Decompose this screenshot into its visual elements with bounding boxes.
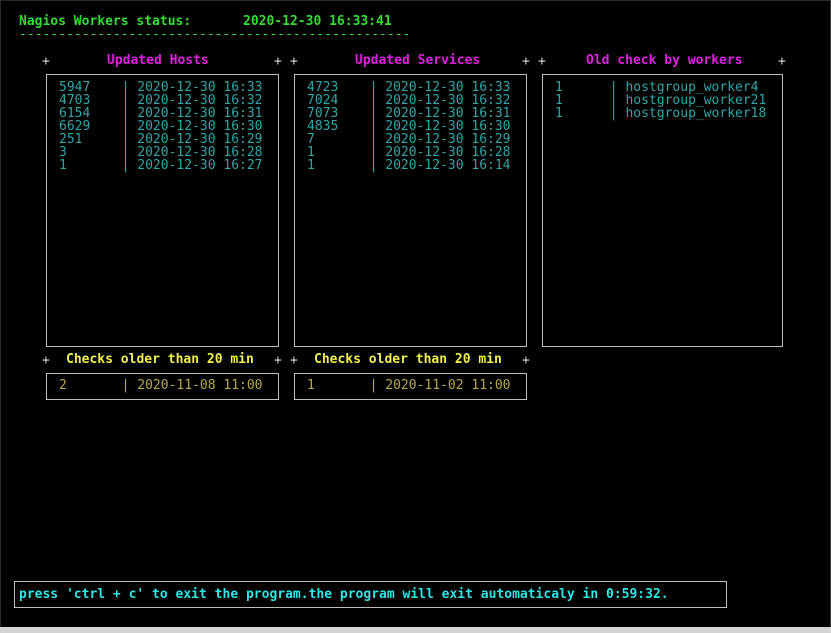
updated-hosts-panel: 5947 | 2020-12-30 16:33 4703 | 2020-12-30…: [46, 74, 279, 347]
column-separator: |: [121, 378, 138, 393]
column-separator: |: [609, 106, 626, 121]
count-value: 1: [307, 378, 370, 393]
exit-message: press 'ctrl + c' to exit the program.the…: [14, 581, 727, 608]
column-separator: |: [121, 158, 138, 173]
corner-plus: +: [290, 353, 298, 368]
list-item: 2 | 2020-11-08 11:00: [59, 379, 263, 392]
timestamp-value: 2020-11-02 11:00: [385, 378, 511, 393]
old-check-workers-panel: 1 | hostgroup_worker4 1 | hostgroup_worke…: [542, 74, 783, 347]
header-separator: ----------------------------------------…: [19, 27, 411, 42]
corner-plus: +: [274, 353, 282, 368]
old-hosts-title: Checks older than 20 min: [66, 352, 254, 367]
list-item: 1 | 2020-11-02 11:00: [307, 379, 511, 392]
list-item: 1 | 2020-12-30 16:14: [307, 159, 511, 172]
old-services-panel: 1 | 2020-11-02 11:00: [294, 373, 527, 400]
count-value: 1: [59, 158, 122, 173]
count-value: 2: [59, 378, 122, 393]
list-item: 1 | hostgroup_worker18: [555, 107, 766, 120]
corner-plus: +: [290, 54, 298, 69]
window-bottom-edge: [0, 627, 831, 633]
corner-plus: +: [522, 353, 530, 368]
timestamp-value: 2020-11-08 11:00: [137, 378, 263, 393]
corner-plus: +: [522, 54, 530, 69]
old-services-title: Checks older than 20 min: [314, 352, 502, 367]
terminal-window: Nagios Workers status: 2020-12-30 16:33:…: [0, 0, 831, 629]
updated-hosts-title: Updated Hosts: [107, 53, 209, 68]
timestamp-value: 2020-12-30 16:14: [385, 158, 511, 173]
corner-plus: +: [274, 54, 282, 69]
timestamp-value: 2020-12-30 16:27: [137, 158, 263, 173]
corner-plus: +: [42, 353, 50, 368]
list-item: 1 | 2020-12-30 16:27: [59, 159, 263, 172]
updated-services-title: Updated Services: [355, 53, 481, 68]
old-check-workers-title: Old check by workers: [586, 53, 743, 68]
column-separator: |: [369, 158, 386, 173]
old-hosts-panel: 2 | 2020-11-08 11:00: [46, 373, 279, 400]
corner-plus: +: [778, 54, 786, 69]
corner-plus: +: [42, 54, 50, 69]
corner-plus: +: [538, 54, 546, 69]
worker-name: hostgroup_worker18: [625, 106, 767, 121]
updated-services-panel: 4723 | 2020-12-30 16:33 7024 | 2020-12-30…: [294, 74, 527, 347]
count-value: 1: [307, 158, 370, 173]
column-separator: |: [369, 378, 386, 393]
count-value: 1: [555, 106, 610, 121]
